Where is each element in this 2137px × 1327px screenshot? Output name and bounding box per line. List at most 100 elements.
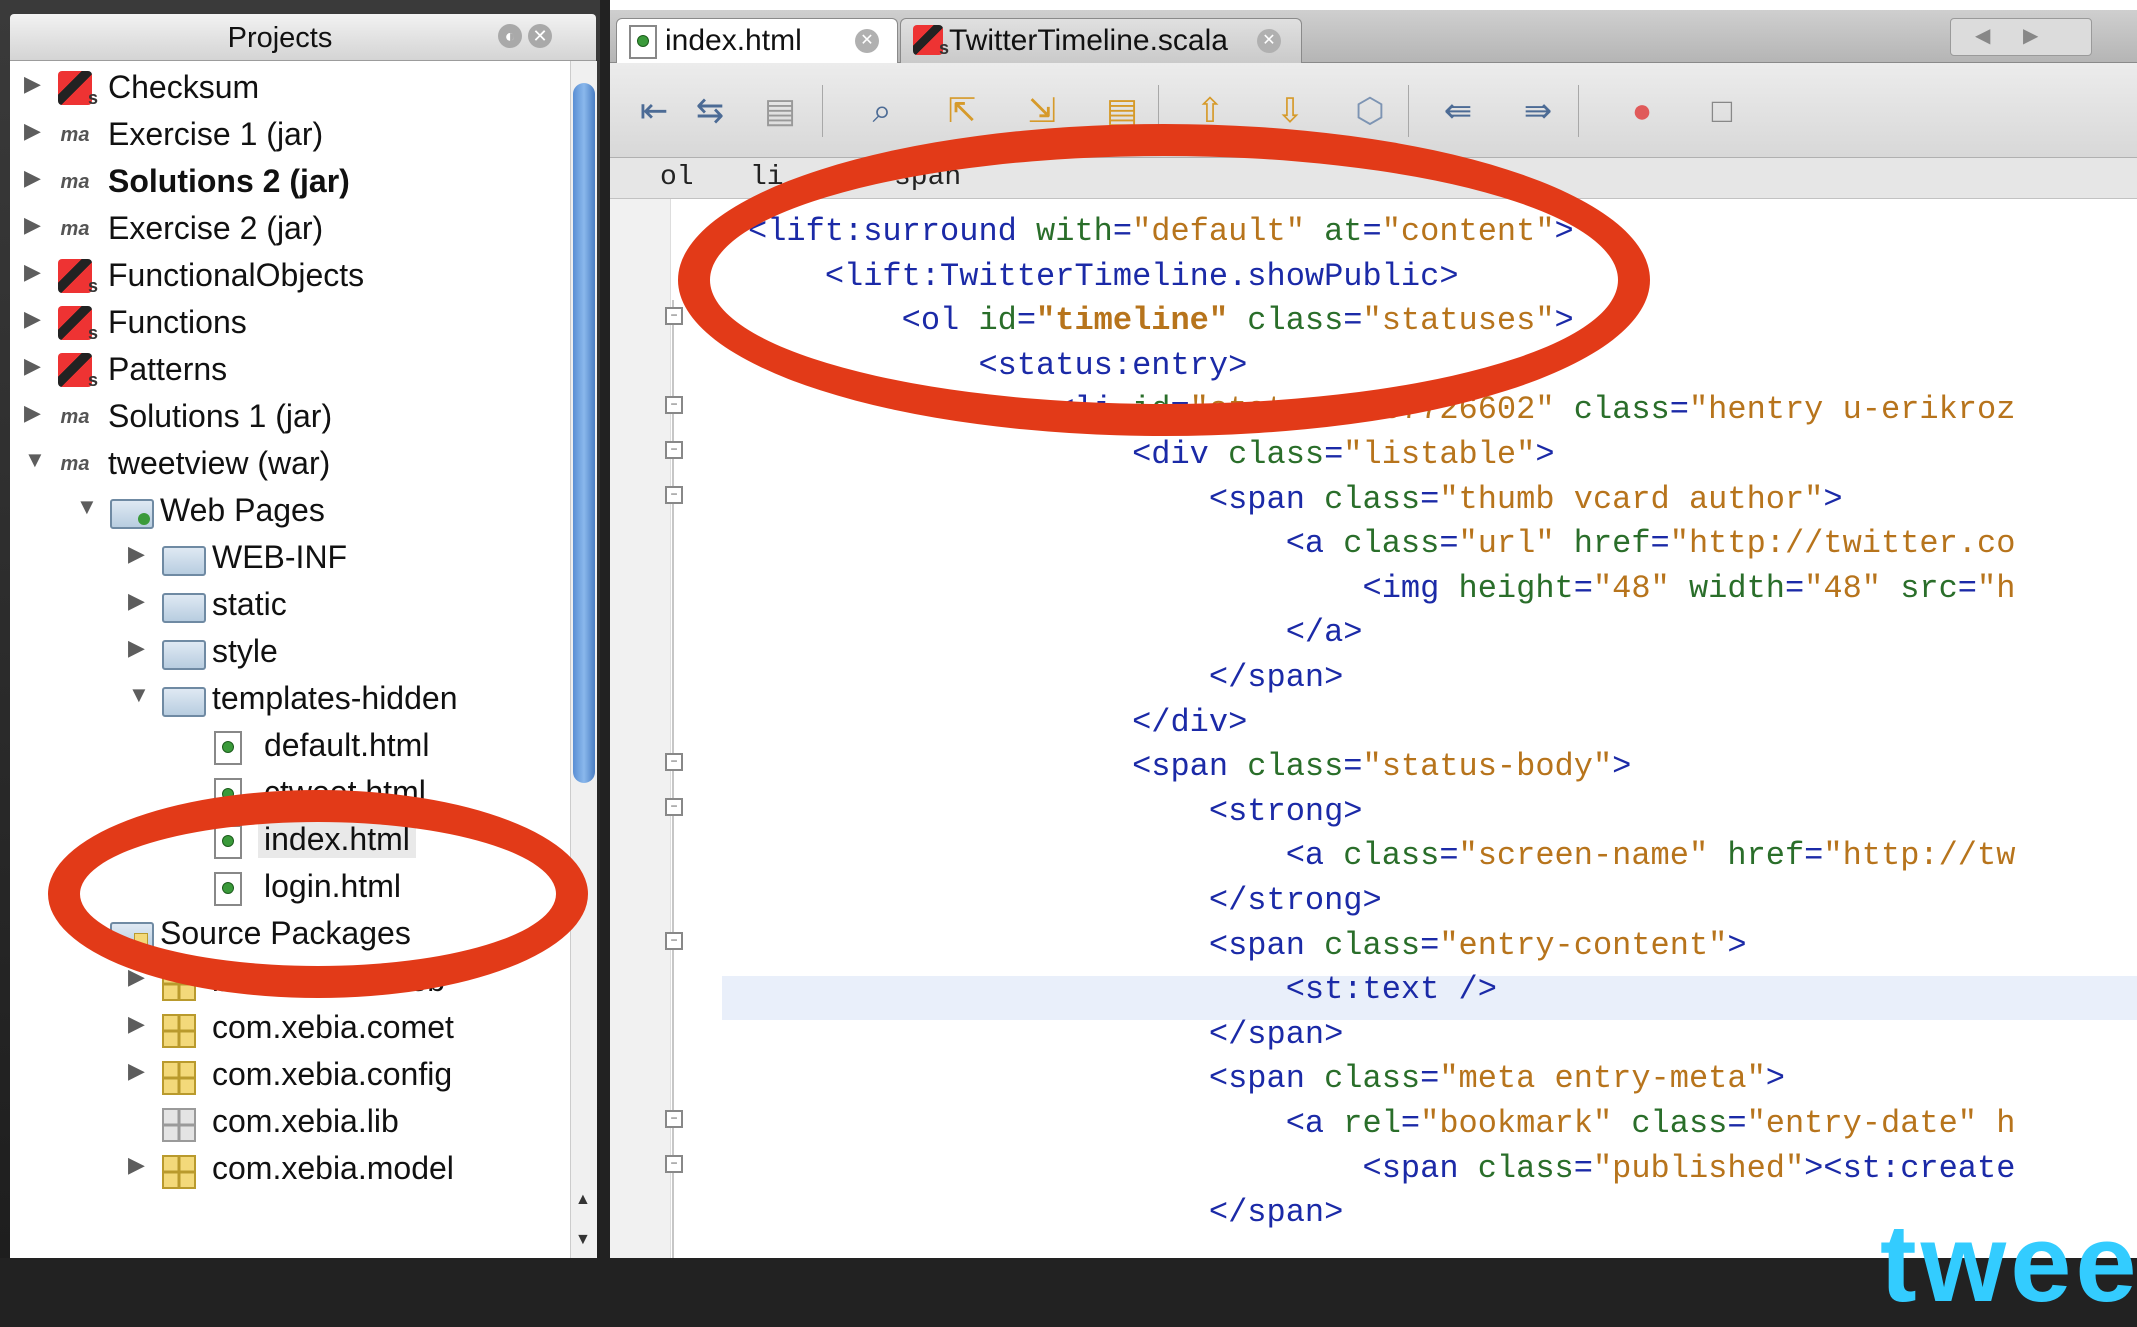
code-line[interactable]: <span class="meta entry-meta">: [748, 1057, 1785, 1101]
close-tab-icon[interactable]: ✕: [1257, 29, 1281, 53]
code-line[interactable]: </span>: [748, 1191, 1343, 1235]
tree-item[interactable]: ▼ ma tweetview (war): [10, 443, 570, 487]
code-line[interactable]: <span class="published"><st:create: [748, 1147, 2016, 1191]
tree-item[interactable]: ▶ Patterns: [10, 349, 570, 393]
tree-item[interactable]: com.xebia.lib: [10, 1101, 570, 1145]
shift-right-icon[interactable]: ⇛: [1516, 89, 1560, 133]
expand-arrow-icon[interactable]: ▶: [128, 1058, 145, 1084]
tree-item[interactable]: ▶ Functions: [10, 302, 570, 346]
fold-toggle-icon[interactable]: −: [665, 931, 683, 950]
tree-item[interactable]: ▼ templates-hidden: [10, 678, 570, 722]
fold-toggle-icon[interactable]: −: [665, 396, 683, 415]
tree-item[interactable]: ▶ FunctionalObjects: [10, 255, 570, 299]
code-line[interactable]: <span class="status-body">: [748, 745, 1631, 789]
tab-navigation-buttons[interactable]: ◀ ▶: [1950, 18, 2092, 56]
collapse-arrow-icon[interactable]: ▼: [128, 682, 150, 708]
tree-item-label: Functions: [108, 304, 247, 340]
tree-item[interactable]: ▶ ma Exercise 1 (jar): [10, 114, 570, 158]
collapse-arrow-icon[interactable]: ▼: [24, 447, 46, 473]
find-previous-icon[interactable]: ⇱: [940, 89, 984, 133]
code-line[interactable]: <a rel="bookmark" class="entry-date" h: [748, 1102, 2016, 1146]
tree-item-icon: [58, 306, 98, 344]
close-panel-icon[interactable]: ✕: [528, 24, 552, 48]
breadcrumb-item[interactable]: ol: [660, 162, 694, 193]
history-icon[interactable]: ⇆: [688, 89, 732, 133]
code-line[interactable]: <a class="url" href="http://twitter.co: [748, 522, 2016, 566]
stop-macro-icon[interactable]: □: [1700, 89, 1744, 133]
tree-item-label: FunctionalObjects: [108, 257, 365, 293]
tab-index-html[interactable]: index.html ✕: [616, 18, 898, 63]
fold-toggle-icon[interactable]: −: [665, 441, 683, 459]
scroll-up-arrow-icon[interactable]: ▲: [575, 1191, 591, 1209]
next-bookmark-icon[interactable]: ⇩: [1268, 89, 1312, 133]
code-line[interactable]: <span class="entry-content">: [748, 924, 1747, 968]
fold-toggle-icon[interactable]: −: [665, 307, 683, 326]
expand-arrow-icon[interactable]: ▶: [128, 1152, 145, 1178]
fold-toggle-icon[interactable]: −: [665, 797, 683, 816]
scroll-down-arrow-icon[interactable]: ▼: [575, 1231, 591, 1249]
expand-arrow-icon[interactable]: ▶: [24, 306, 41, 332]
expand-arrow-icon[interactable]: ▶: [24, 165, 41, 191]
scroll-tabs-left-icon[interactable]: ◀: [1975, 23, 1990, 48]
projects-panel-header: Projects ◐ ✕: [10, 14, 596, 61]
projects-scrollbar[interactable]: ▲ ▼: [570, 61, 597, 1258]
toggle-bookmark-icon[interactable]: ⬡: [1348, 89, 1392, 133]
find-icon[interactable]: ⌕: [860, 89, 904, 133]
scrollbar-thumb[interactable]: [573, 83, 595, 783]
expand-arrow-icon[interactable]: ▶: [24, 259, 41, 285]
tree-item-icon: [214, 731, 242, 765]
tree-item-icon: [162, 640, 206, 670]
minimize-panel-icon[interactable]: ◐: [498, 24, 522, 48]
expand-arrow-icon[interactable]: ▶: [24, 212, 41, 238]
record-macro-icon[interactable]: ●: [1620, 89, 1664, 133]
code-line[interactable]: <span class="thumb vcard author">: [748, 478, 1843, 522]
fold-toggle-icon[interactable]: −: [665, 1154, 683, 1173]
tree-item[interactable]: ▶ ma Exercise 2 (jar): [10, 208, 570, 252]
tree-item[interactable]: ▶ ma Solutions 2 (jar): [10, 161, 570, 205]
close-tab-icon[interactable]: ✕: [855, 29, 879, 53]
tree-item[interactable]: ▼ Web Pages: [10, 490, 570, 534]
code-line[interactable]: <st:text />: [748, 968, 1497, 1012]
find-next-icon[interactable]: ⇲: [1020, 89, 1064, 133]
expand-arrow-icon[interactable]: ▶: [128, 541, 145, 567]
expand-arrow-icon[interactable]: ▶: [128, 588, 145, 614]
fold-toggle-icon[interactable]: −: [665, 1110, 683, 1128]
expand-arrow-icon[interactable]: ▶: [128, 1011, 145, 1037]
fold-toggle-icon[interactable]: −: [665, 753, 683, 772]
tree-item[interactable]: ▶ com.xebia.comet: [10, 1007, 570, 1051]
code-line[interactable]: <a class="screen-name" href="http://tw: [748, 834, 2016, 878]
collapse-arrow-icon[interactable]: ▼: [76, 494, 98, 520]
tree-item-label: templates-hidden: [212, 680, 458, 716]
expand-arrow-icon[interactable]: ▶: [24, 71, 41, 97]
code-line[interactable]: </strong>: [748, 879, 1382, 923]
tree-item-label: Solutions 2 (jar): [108, 163, 350, 199]
tree-item[interactable]: ▶ Checksum: [10, 67, 570, 111]
expand-arrow-icon[interactable]: ▶: [24, 353, 41, 379]
tree-item[interactable]: default.html: [10, 725, 570, 769]
tree-item[interactable]: ▶ WEB-INF: [10, 537, 570, 581]
tree-item[interactable]: ▶ style: [10, 631, 570, 675]
code-line[interactable]: </a>: [748, 611, 1363, 655]
code-line[interactable]: <strong>: [748, 790, 1363, 834]
expand-arrow-icon[interactable]: ▶: [24, 400, 41, 426]
tree-item[interactable]: ▶ com.xebia.config: [10, 1054, 570, 1098]
code-line[interactable]: <img height="48" width="48" src="h: [748, 567, 2016, 611]
code-line[interactable]: <div class="listable">: [748, 433, 1554, 477]
expand-arrow-icon[interactable]: ▶: [128, 635, 145, 661]
tree-item-label: Web Pages: [160, 492, 325, 528]
scroll-tabs-right-icon[interactable]: ▶: [2023, 23, 2038, 48]
tree-item-icon: ma: [60, 453, 90, 475]
tree-item[interactable]: ▶ com.xebia.model: [10, 1148, 570, 1192]
back-icon[interactable]: ⇤: [632, 89, 676, 133]
expand-arrow-icon[interactable]: ▶: [24, 118, 41, 144]
tree-item-icon: [162, 1108, 196, 1142]
shift-left-icon[interactable]: ⇚: [1436, 89, 1480, 133]
forward-icon[interactable]: ▤: [758, 89, 802, 133]
tree-item[interactable]: ▶ ma Solutions 1 (jar): [10, 396, 570, 440]
fold-toggle-icon[interactable]: −: [665, 485, 683, 504]
code-line[interactable]: </span>: [748, 656, 1343, 700]
tab-twittertimeline-scala[interactable]: TwitterTimeline.scala ✕: [900, 18, 1302, 63]
tree-item[interactable]: ▶ static: [10, 584, 570, 628]
code-line[interactable]: </div>: [748, 701, 1247, 745]
code-line[interactable]: </span>: [748, 1013, 1343, 1057]
